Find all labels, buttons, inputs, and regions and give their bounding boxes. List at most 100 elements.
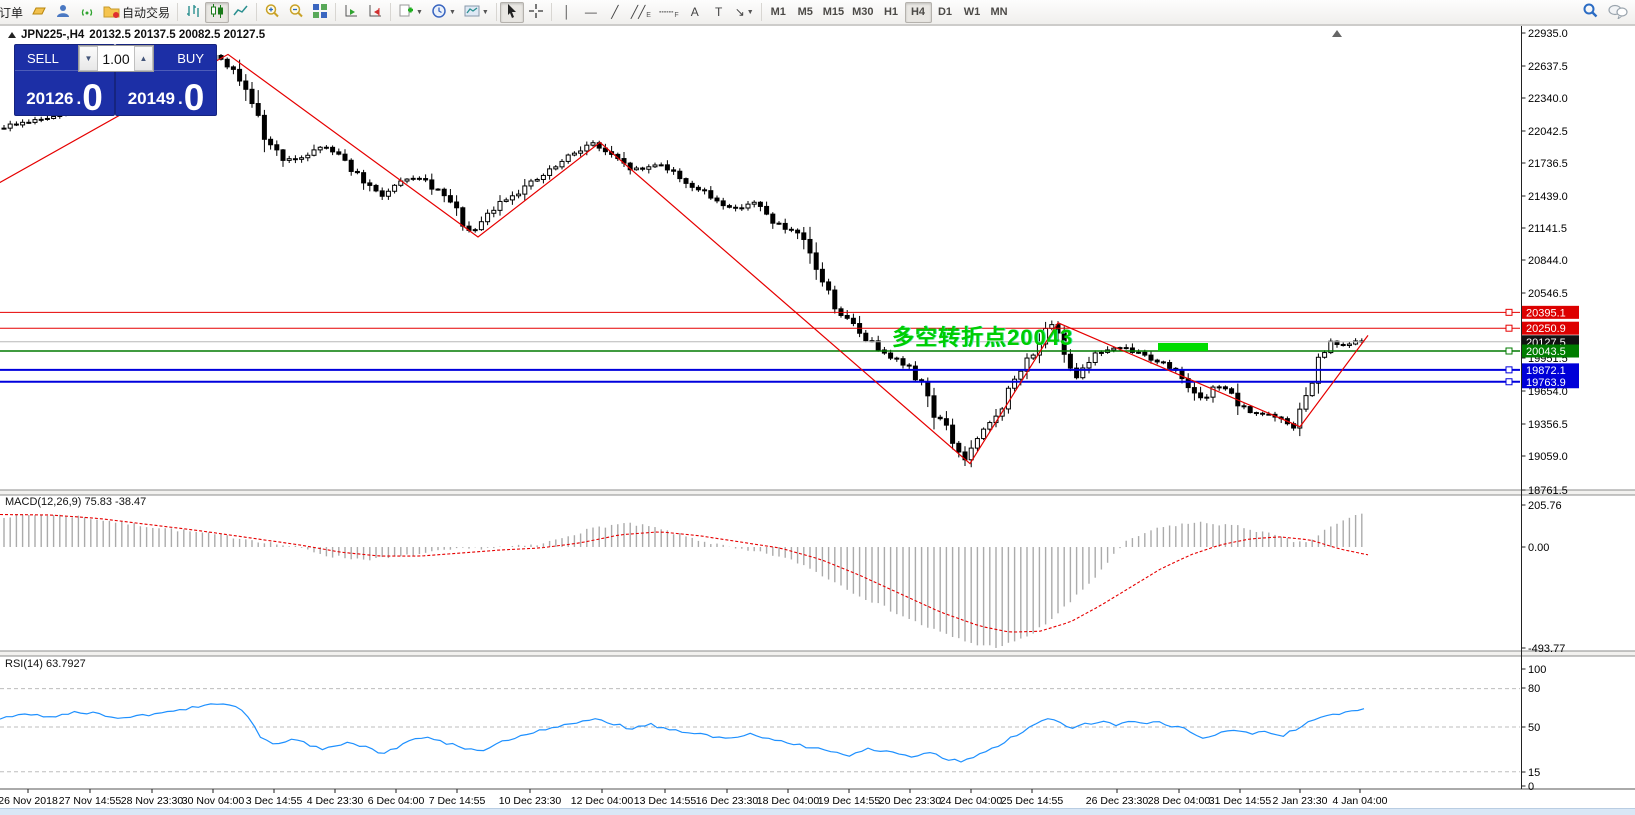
auto-scroll-button[interactable]	[339, 2, 363, 23]
green-highlight-bar[interactable]	[1158, 343, 1208, 351]
market-watch-icon	[31, 3, 47, 22]
svg-text:18761.5: 18761.5	[1528, 485, 1568, 497]
svg-text:7 Dec 14:55: 7 Dec 14:55	[429, 795, 486, 807]
search-button[interactable]	[1578, 2, 1603, 23]
svg-text:20395.1: 20395.1	[1526, 307, 1566, 319]
chart-shift-icon	[367, 3, 383, 22]
main-toolbar: 订单 自动交易 ▼ ▼	[0, 0, 1635, 25]
line-handle[interactable]	[1506, 367, 1512, 373]
autotrading-icon	[103, 3, 120, 22]
collapse-arrow-icon[interactable]	[8, 32, 16, 38]
volume-input[interactable]: ▼ 1.00 ▲	[78, 45, 154, 72]
sell-price: 20126 . 0	[15, 70, 114, 113]
equidistant-channel-sub-label: E	[646, 12, 651, 19]
indicators-icon	[398, 3, 414, 22]
status-strip	[0, 808, 1635, 815]
chat-icon	[1607, 3, 1629, 22]
svg-text:15: 15	[1528, 767, 1540, 779]
svg-text:2 Jan 23:30: 2 Jan 23:30	[1273, 795, 1328, 807]
panel-frames	[0, 25, 1635, 808]
fibonacci-sub-label: F	[674, 12, 678, 19]
svg-text:22637.5: 22637.5	[1528, 61, 1568, 73]
svg-text:22935.0: 22935.0	[1528, 28, 1568, 40]
timeframe-h1-button[interactable]: H1	[878, 2, 905, 23]
signals-button[interactable]	[75, 2, 99, 23]
panel-splitter[interactable]	[0, 490, 1635, 495]
svg-text:4 Jan 04:00: 4 Jan 04:00	[1333, 795, 1388, 807]
chevron-down-icon: ▼	[416, 9, 423, 16]
fibonacci-button[interactable]: ┄┄F	[655, 2, 683, 23]
line-handle[interactable]	[1506, 348, 1512, 354]
timeframe-m5-button[interactable]: M5	[792, 2, 819, 23]
toolbar-separator	[177, 3, 178, 21]
equidistant-channel-icon: ╱╱	[631, 6, 645, 18]
equidistant-channel-button[interactable]: ╱╱E	[627, 2, 655, 23]
chart-canvas[interactable]: 22935.022637.522340.022042.521736.521439…	[0, 0, 1635, 815]
timeframe-mn-button[interactable]: MN	[986, 2, 1013, 23]
templates-button[interactable]: ▼	[460, 2, 493, 23]
chart-title: JPN225-,H4 20132.5 20137.5 20082.5 20127…	[8, 29, 265, 41]
zoom-out-button[interactable]	[284, 2, 308, 23]
line-chart-icon	[233, 3, 249, 22]
timeframe-m1-button[interactable]: M1	[765, 2, 792, 23]
svg-text:-493.77: -493.77	[1528, 643, 1565, 655]
panel-splitter[interactable]	[0, 651, 1635, 656]
text-button[interactable]: A	[683, 2, 707, 23]
chevron-down-icon: ▼	[482, 9, 489, 16]
svg-text:22340.0: 22340.0	[1528, 93, 1568, 105]
line-handle[interactable]	[1506, 379, 1512, 385]
line-handle[interactable]	[1506, 309, 1512, 315]
volume-decrease-button[interactable]: ▼	[79, 46, 98, 71]
volume-increase-button[interactable]: ▲	[134, 46, 153, 71]
svg-text:20844.0: 20844.0	[1528, 255, 1568, 267]
timeframe-d1-button[interactable]: D1	[932, 2, 959, 23]
svg-text:25 Dec 14:55: 25 Dec 14:55	[1001, 795, 1064, 807]
line-chart-button[interactable]	[229, 2, 253, 23]
zoom-in-button[interactable]	[260, 2, 284, 23]
sell-price-main: 20126	[26, 90, 73, 107]
auto-scroll-icon	[343, 3, 359, 22]
mt4-terminal: { "toolbar": { "order_button": "订单", "au…	[0, 0, 1635, 815]
chevron-down-icon: ▼	[747, 9, 754, 16]
timeframe-w1-button[interactable]: W1	[959, 2, 986, 23]
svg-text:20546.5: 20546.5	[1528, 288, 1568, 300]
volume-value: 1.00	[98, 46, 134, 71]
chart-text-annotation[interactable]: 多空转折点20043	[892, 320, 1073, 352]
svg-text:20250.9: 20250.9	[1526, 323, 1566, 335]
crosshair-button[interactable]	[524, 2, 548, 23]
svg-text:18 Dec 04:00: 18 Dec 04:00	[757, 795, 820, 807]
indicators-button[interactable]: ▼	[394, 2, 427, 23]
trend-line-button[interactable]: ╱	[603, 2, 627, 23]
svg-text:19059.0: 19059.0	[1528, 451, 1568, 463]
svg-text:205.76: 205.76	[1528, 500, 1562, 512]
navigator-button[interactable]	[51, 2, 75, 23]
chat-button[interactable]	[1603, 2, 1633, 23]
vertical-line-icon: │	[563, 6, 571, 18]
fibonacci-icon: ┄┄	[659, 6, 673, 18]
tile-windows-button[interactable]	[308, 2, 332, 23]
svg-text:20 Dec 23:30: 20 Dec 23:30	[879, 795, 942, 807]
text-label-button[interactable]: T	[707, 2, 731, 23]
svg-text:50: 50	[1528, 722, 1540, 734]
timeframe-h4-button[interactable]: H4	[905, 2, 932, 23]
periods-button[interactable]: ▼	[427, 2, 460, 23]
bar-chart-button[interactable]	[181, 2, 205, 23]
line-handle[interactable]	[1506, 325, 1512, 331]
svg-text:28 Nov 23:30: 28 Nov 23:30	[121, 795, 184, 807]
horizontal-line-icon: —	[585, 6, 597, 18]
candlestick-chart-button[interactable]	[205, 2, 229, 23]
new-order-button[interactable]: 订单	[0, 2, 27, 23]
cursor-button[interactable]	[500, 2, 524, 23]
market-watch-button[interactable]	[27, 2, 51, 23]
cursor-icon	[504, 3, 520, 22]
toolbar-separator	[551, 3, 552, 21]
autotrading-button[interactable]: 自动交易	[99, 2, 174, 23]
text-label-icon: T	[715, 6, 722, 18]
arrows-button[interactable]: ↘▼	[731, 2, 758, 23]
horizontal-line-button[interactable]: —	[579, 2, 603, 23]
timeframe-m15-button[interactable]: M15	[819, 2, 848, 23]
svg-text:80: 80	[1528, 683, 1540, 695]
chart-shift-button[interactable]	[363, 2, 387, 23]
timeframe-m30-button[interactable]: M30	[848, 2, 877, 23]
vertical-line-button[interactable]: │	[555, 2, 579, 23]
